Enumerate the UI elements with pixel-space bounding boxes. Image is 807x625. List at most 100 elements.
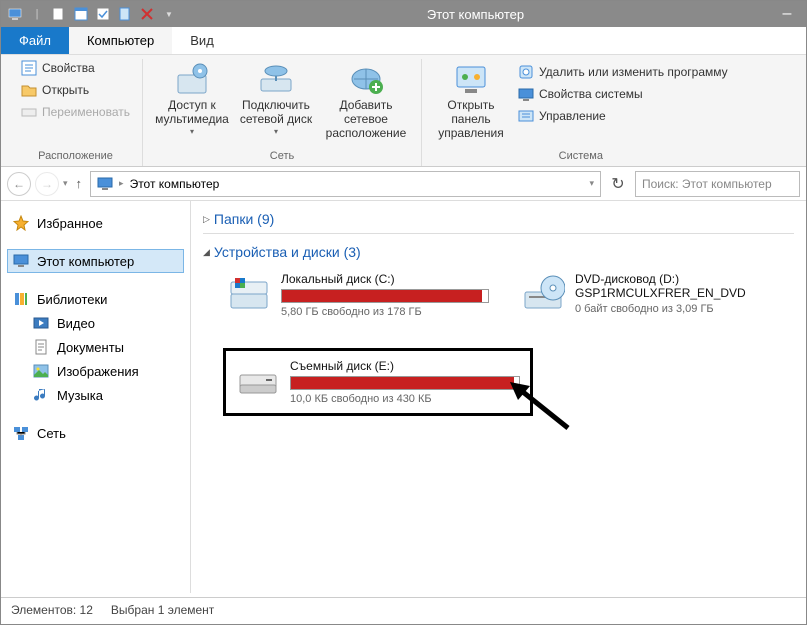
nav-back-button[interactable]: ←: [7, 172, 31, 196]
nav-forward-button[interactable]: →: [35, 172, 59, 196]
sidebar-this-pc[interactable]: Этот компьютер: [7, 249, 184, 273]
nav-history-dropdown[interactable]: ▾: [63, 178, 68, 189]
sidebar-music[interactable]: Музыка: [7, 383, 184, 407]
window-titlebar: | ▼ Этот компьютер –: [1, 1, 806, 27]
tab-computer[interactable]: Компьютер: [69, 27, 172, 54]
qat-separator: |: [27, 4, 47, 24]
music-icon: [33, 387, 49, 403]
address-bar[interactable]: ▸ Этот компьютер ▾: [90, 171, 601, 197]
ribbon-sysprops-label: Свойства системы: [539, 87, 643, 101]
device-usage-bar: [290, 376, 520, 390]
section-devices-label: Устройства и диски (3): [214, 244, 361, 260]
ribbon-group-network: Доступ к мультимедиа▾ Подключить сетевой…: [143, 59, 422, 166]
qat-dropdown[interactable]: ▼: [159, 4, 179, 24]
qat-toolbar: | ▼: [5, 4, 179, 24]
search-input[interactable]: Поиск: Этот компьютер: [635, 171, 800, 197]
qat-icon-properties[interactable]: [71, 4, 91, 24]
sidebar-video[interactable]: Видео: [7, 311, 184, 335]
ribbon-manage-label: Управление: [539, 109, 606, 123]
sidebar-pictures-label: Изображения: [57, 364, 139, 379]
device-free-text: 10,0 КБ свободно из 430 КБ: [290, 393, 520, 405]
chevron-down-icon[interactable]: ▾: [589, 178, 594, 189]
device-dvd[interactable]: DVD-дисковод (D:) GSP1RMCULXFRER_EN_DVD 0…: [517, 266, 787, 324]
ribbon-controlpanel-label: Открыть панель управления: [434, 99, 508, 140]
sidebar-favorites[interactable]: Избранное: [7, 211, 184, 235]
network-icon: [13, 425, 29, 441]
chevron-down-icon: ▾: [190, 127, 194, 136]
ribbon-sysprops-button[interactable]: Свойства системы: [516, 85, 730, 103]
section-folders-label: Папки (9): [214, 211, 274, 227]
device-removable[interactable]: Съемный диск (E:)10,0 КБ свободно из 430…: [223, 348, 533, 416]
status-bar: Элементов: 12 Выбран 1 элемент: [1, 597, 806, 621]
uninstall-icon: [518, 64, 534, 80]
ribbon-uninstall-label: Удалить или изменить программу: [539, 65, 728, 79]
qat-icon-computer[interactable]: [5, 4, 25, 24]
sidebar-documents[interactable]: Документы: [7, 335, 184, 359]
ribbon-group-location: Свойства Открыть Переименовать Расположе…: [9, 59, 143, 166]
section-devices[interactable]: ◢ Устройства и диски (3): [203, 240, 794, 264]
sidebar-favorites-label: Избранное: [37, 216, 103, 231]
ribbon-media-button[interactable]: Доступ к мультимедиа▾: [153, 59, 231, 138]
nav-up-button[interactable]: ↑: [72, 176, 87, 191]
ribbon-media-label: Доступ к мультимедиа: [155, 99, 229, 127]
ribbon-open-button[interactable]: Открыть: [19, 81, 132, 99]
tab-view[interactable]: Вид: [172, 27, 232, 54]
ribbon-manage-button[interactable]: Управление: [516, 107, 730, 125]
ribbon-open-label: Открыть: [42, 83, 89, 97]
sidebar-pictures[interactable]: Изображения: [7, 359, 184, 383]
ribbon-group-network-label: Сеть: [153, 148, 411, 166]
ribbon-group-system: Открыть панель управления Удалить или из…: [422, 59, 740, 166]
qat-icon-check[interactable]: [93, 4, 113, 24]
qat-icon-doc[interactable]: [115, 4, 135, 24]
ribbon-uninstall-button[interactable]: Удалить или изменить программу: [516, 63, 730, 81]
media-icon: [174, 61, 210, 97]
ribbon-properties-button[interactable]: Свойства: [19, 59, 132, 77]
hdd-icon: [227, 272, 271, 316]
device-usage-bar: [281, 289, 489, 303]
main-content: ▷ Папки (9) ◢ Устройства и диски (3) Локал…: [191, 201, 806, 593]
refresh-button[interactable]: ↻: [605, 171, 631, 197]
dvd-icon: [521, 272, 565, 316]
add-location-icon: [348, 61, 384, 97]
star-icon: [13, 215, 29, 231]
qat-icon-newfolder[interactable]: [49, 4, 69, 24]
ribbon-mapdrive-button[interactable]: Подключить сетевой диск▾: [237, 59, 315, 138]
video-icon: [33, 315, 49, 331]
expand-arrow-icon: ◢: [203, 247, 210, 258]
sidebar-libraries-label: Библиотеки: [37, 292, 107, 307]
window-minimize-button[interactable]: –: [772, 5, 802, 23]
search-placeholder: Поиск: Этот компьютер: [642, 177, 772, 191]
device-free-text: 0 байт свободно из 3,09 ГБ: [575, 303, 783, 315]
sidebar-network[interactable]: Сеть: [7, 421, 184, 445]
manage-icon: [518, 108, 534, 124]
qat-icon-delete[interactable]: [137, 4, 157, 24]
status-selection: Выбран 1 элемент: [111, 603, 214, 617]
collapse-arrow-icon: ▷: [203, 214, 210, 225]
device-free-text: 5,80 ГБ свободно из 178 ГБ: [281, 306, 489, 318]
section-folders[interactable]: ▷ Папки (9): [203, 207, 794, 231]
ribbon-addloc-button[interactable]: Добавить сетевое расположение: [321, 59, 411, 142]
navigation-pane: Избранное Этот компьютер Библиотеки Виде…: [1, 201, 191, 593]
body: Избранное Этот компьютер Библиотеки Виде…: [1, 201, 806, 593]
tab-file[interactable]: Файл: [1, 27, 69, 54]
map-drive-icon: [258, 61, 294, 97]
control-panel-icon: [453, 61, 489, 97]
sidebar-libraries[interactable]: Библиотеки: [7, 287, 184, 311]
device-hdd[interactable]: Локальный диск (C:)5,80 ГБ свободно из 1…: [223, 266, 493, 324]
sidebar-network-label: Сеть: [37, 426, 66, 441]
documents-icon: [33, 339, 49, 355]
address-path: Этот компьютер: [130, 177, 220, 191]
removable-icon: [236, 359, 280, 403]
computer-icon: [13, 253, 29, 269]
ribbon-group-system-label: Система: [432, 148, 730, 166]
rename-icon: [21, 104, 37, 120]
ribbon-group-location-label: Расположение: [19, 148, 132, 166]
ribbon-mapdrive-label: Подключить сетевой диск: [239, 99, 313, 127]
ribbon-tabs: Файл Компьютер Вид: [1, 27, 806, 55]
ribbon-controlpanel-button[interactable]: Открыть панель управления: [432, 59, 510, 142]
ribbon-rename-button: Переименовать: [19, 103, 132, 121]
device-name: DVD-дисковод (D:) GSP1RMCULXFRER_EN_DVD: [575, 272, 783, 300]
sidebar-documents-label: Документы: [57, 340, 124, 355]
ribbon-properties-label: Свойства: [42, 61, 95, 75]
computer-icon: [97, 176, 113, 192]
